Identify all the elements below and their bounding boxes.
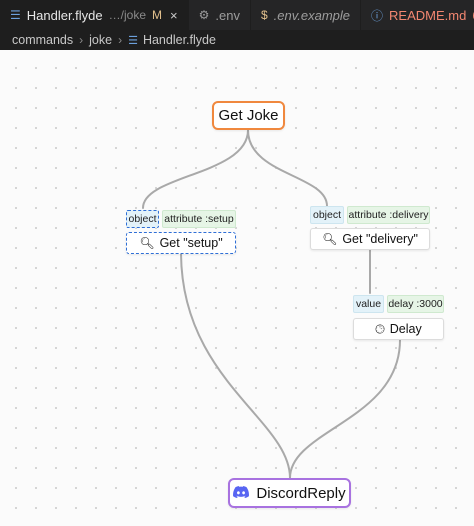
search-icon: 🔍︎ [322,232,338,246]
dollar-icon: $ [260,8,268,22]
pin-label: value [355,298,382,310]
clock-icon: 🕒︎ [375,321,385,336]
tab-label: README.md [389,7,467,23]
node-label: Get Joke [218,107,279,124]
gear-icon: ⚙ [198,8,210,22]
search-icon: 🔍︎ [139,236,155,250]
pin-setup-attribute[interactable]: attribute :setup [162,210,236,228]
node-discord-reply[interactable]: DiscordReply [228,478,351,508]
node-delay[interactable]: 🕒︎ Delay [353,318,444,340]
tab-label: Handler.flyde [26,7,103,23]
info-icon: ⓘ [371,8,384,23]
node-label: Get "setup" [159,236,223,250]
pin-label: delay :3000 [388,298,443,310]
node-get-delivery[interactable]: 🔍︎ Get "delivery" [310,228,430,250]
pin-delay-duration[interactable]: delay :3000 [387,295,444,313]
chevron-right-icon: › [79,33,84,47]
tab-description: …/joke [108,8,147,22]
pin-delivery-attribute[interactable]: attribute :delivery [347,206,430,224]
breadcrumb: commands › joke › ☰ Handler.flyde [0,30,474,50]
pin-label: attribute :setup [164,213,234,225]
tab-env-example[interactable]: $ .env.example [251,0,361,30]
tab-label: .env [215,7,240,23]
flyde-editor-window: { "tabs": [ {"icon": "list-icon", "label… [0,0,474,526]
tab-env[interactable]: ⚙ .env [189,0,251,30]
close-icon[interactable]: × [170,8,178,23]
breadcrumb-item-joke[interactable]: joke [89,33,112,47]
list-icon: ☰ [128,34,138,47]
tab-handler-flyde[interactable]: ☰ Handler.flyde …/joke M × [0,0,189,30]
pin-setup-object[interactable]: object [126,210,159,228]
pin-label: object [312,209,342,221]
list-icon: ☰ [10,8,21,22]
tab-readme[interactable]: ⓘ README.md 6 [361,0,474,30]
chevron-right-icon: › [118,33,123,47]
pin-label: object [128,213,157,225]
node-label: DiscordReply [256,484,346,502]
breadcrumb-item-commands[interactable]: commands [12,33,73,47]
discord-icon [233,485,250,501]
discord-logo [233,486,250,498]
pin-label: attribute :delivery [348,209,429,221]
editor-tab-bar: ☰ Handler.flyde …/joke M × ⚙ .env $ .env… [0,0,474,30]
node-get-joke[interactable]: Get Joke [212,101,285,130]
pin-delay-value[interactable]: value [353,295,384,313]
pin-delivery-object[interactable]: object [310,206,344,224]
node-get-setup[interactable]: 🔍︎ Get "setup" [126,232,236,254]
breadcrumb-item-file[interactable]: Handler.flyde [143,33,216,47]
tab-label: .env.example [273,7,350,23]
node-label: Delay [389,322,422,336]
node-label: Get "delivery" [342,232,418,246]
modified-indicator: M [152,8,163,22]
